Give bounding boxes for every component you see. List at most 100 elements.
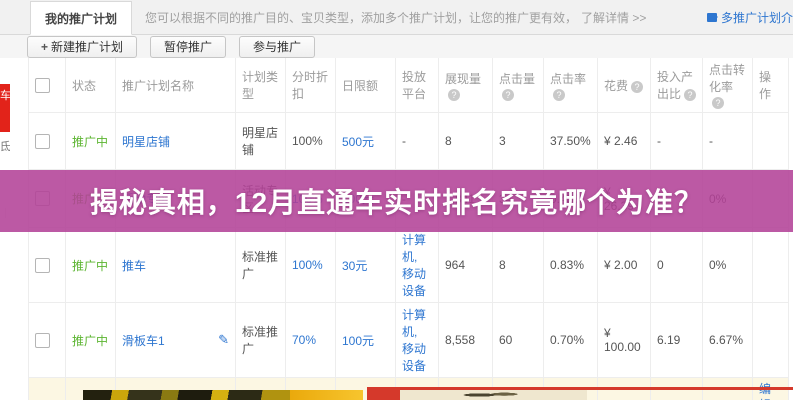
column-header: 分时折扣 (286, 58, 336, 113)
column-header-label: 分时折扣 (292, 70, 328, 101)
multi-plan-intro-link[interactable]: 多推广计划介 (707, 0, 793, 34)
join-campaign-button[interactable]: 参与推广 (239, 36, 315, 58)
impressions-cell: 964 (439, 228, 493, 303)
toolbar: +新建推广计划 暂停推广 参与推广 (0, 35, 793, 58)
plan-name-link[interactable]: 明星店铺 (122, 135, 170, 149)
column-header: 推广计划名称 (116, 58, 236, 113)
info-icon[interactable]: ? (684, 89, 696, 101)
platform-cell[interactable]: 计算机, 移动设备 (396, 228, 439, 303)
info-icon[interactable]: ? (712, 97, 724, 109)
column-header-label: 推广计划名称 (122, 79, 194, 93)
ctr-cell: 0.70% (544, 303, 598, 378)
discount-cell[interactable]: 100% (286, 228, 336, 303)
operations-cell (753, 113, 789, 170)
edge-red-badge: 车 (0, 84, 10, 132)
cost-cell: ¥ 2.00 (598, 228, 651, 303)
column-header: 点击转化率? (703, 58, 753, 113)
tab-bar: 我的推广计划 您可以根据不同的推广目的、宝贝类型，添加多个推广计划，让您的推广更… (0, 0, 793, 35)
roi-cell: - (651, 113, 703, 170)
column-header-label: 花费 (604, 79, 628, 93)
column-header-label: 点击量 (499, 72, 535, 86)
roi-cell: 6.19 (651, 303, 703, 378)
discount-cell: 100% (286, 113, 336, 170)
row-checkbox[interactable] (35, 134, 50, 149)
column-header: 日限额 (336, 58, 396, 113)
operations-cell (753, 228, 789, 303)
column-header: 点击量? (493, 58, 544, 113)
row-checkbox-cell (29, 113, 66, 170)
join-label: 参与推广 (253, 40, 301, 54)
daily-limit-cell[interactable]: 100元 (336, 303, 396, 378)
clicks-cell: 3 (493, 113, 544, 170)
column-header-label: 点击转化率 (709, 63, 745, 94)
column-header-label: 投放平台 (402, 70, 426, 101)
thumbnail-red (367, 387, 400, 400)
plus-icon: + (41, 40, 48, 54)
app-window: 我的推广计划 您可以根据不同的推广目的、宝贝类型，添加多个推广计划，让您的推广更… (0, 0, 793, 400)
operations-cell (753, 303, 789, 378)
operation-link[interactable]: 编辑 (759, 381, 782, 400)
discount-cell[interactable]: 70% (286, 303, 336, 378)
video-link-label: 多推广计划介 (721, 9, 793, 26)
edge-gray-fragment: 氐 (0, 138, 10, 152)
row-checkbox-cell (29, 303, 66, 378)
plan-row: 推广中推车 标准推广100%30元计算机, 移动设备96480.83%¥ 2.00… (29, 228, 789, 303)
impressions-cell: 8 (439, 113, 493, 170)
clicks-cell: 60 (493, 303, 544, 378)
impressions-cell: 8,558 (439, 303, 493, 378)
headline-text: 揭秘真相，12月直通车实时排名究竟哪个为准？ (90, 181, 703, 221)
column-header: 计划类型 (236, 58, 286, 113)
column-header: 投入产出比? (651, 58, 703, 113)
row-checkbox[interactable] (35, 333, 50, 348)
table-header-row: 状态推广计划名称计划类型分时折扣日限额投放平台展现量?点击量?点击率?花费?投入… (29, 58, 789, 113)
plan-name-link[interactable]: 推车 (122, 259, 146, 273)
thumbnail-camo (83, 390, 290, 400)
column-header-label: 计划类型 (242, 70, 278, 101)
learn-more-link[interactable]: 了解详情 >> (581, 9, 646, 26)
info-icon[interactable]: ? (553, 89, 565, 101)
column-header: 点击率? (544, 58, 598, 113)
row-checkbox-cell (29, 228, 66, 303)
plan-name-link[interactable]: 滑板车1 (122, 334, 165, 348)
daily-limit-cell[interactable]: 30元 (336, 228, 396, 303)
roi-cell: 0 (651, 228, 703, 303)
new-campaign-button[interactable]: +新建推广计划 (27, 36, 137, 58)
daily-limit-cell[interactable]: 500元 (336, 113, 396, 170)
edit-pencil-icon[interactable]: ✎ (218, 332, 229, 348)
tab-label: 我的推广计划 (45, 10, 117, 27)
pause-campaign-button[interactable]: 暂停推广 (150, 36, 226, 58)
status-cell: 推广中 (66, 228, 116, 303)
plan-table-body: 推广中明星店铺明星店铺100%500元-8337.50%¥ 2.46--推广中活… (29, 113, 789, 400)
thumbnail-yellow (290, 390, 363, 400)
plan-row: 推广中明星店铺明星店铺100%500元-8337.50%¥ 2.46-- (29, 113, 789, 170)
column-header: 操作 (753, 58, 789, 113)
tab-my-campaigns[interactable]: 我的推广计划 (30, 1, 132, 35)
plan-type-cell: 标准推广 (236, 228, 286, 303)
status-cell: 推广中 (66, 113, 116, 170)
platform-cell[interactable]: 计算机, 移动设备 (396, 303, 439, 378)
cvr-cell: 0% (703, 228, 753, 303)
plan-type-cell: 明星店铺 (236, 113, 286, 170)
row-checkbox[interactable] (35, 258, 50, 273)
column-header: 状态 (66, 58, 116, 113)
cvr-cell: 6.67% (703, 303, 753, 378)
plan-type-cell: 标准推广 (236, 303, 286, 378)
status-cell: 推广中 (66, 303, 116, 378)
select-all-checkbox[interactable] (35, 78, 50, 93)
column-header-label: 状态 (72, 79, 96, 93)
info-icon[interactable]: ? (448, 89, 460, 101)
plan-row: 推广中滑板车1 ✎ 标准推广70%100元计算机, 移动设备8,558600.70%… (29, 303, 789, 378)
ctr-cell: 0.83% (544, 228, 598, 303)
plan-name-cell: 明星店铺 (116, 113, 236, 170)
info-icon[interactable]: ? (502, 89, 514, 101)
tab-hint-text: 您可以根据不同的推广目的、宝贝类型，添加多个推广计划，让您的推广更有效， (145, 9, 577, 26)
info-icon[interactable]: ? (631, 81, 643, 93)
column-header-label: 日限额 (342, 79, 378, 93)
column-header: 展现量? (439, 58, 493, 113)
column-header: 花费? (598, 58, 651, 113)
thumbnail-beige-mark (463, 391, 518, 399)
clicks-cell: 8 (493, 228, 544, 303)
new-campaign-label: 新建推广计划 (51, 40, 123, 54)
row-checkbox-cell (29, 378, 66, 400)
cost-cell: ¥ 2.46 (598, 113, 651, 170)
